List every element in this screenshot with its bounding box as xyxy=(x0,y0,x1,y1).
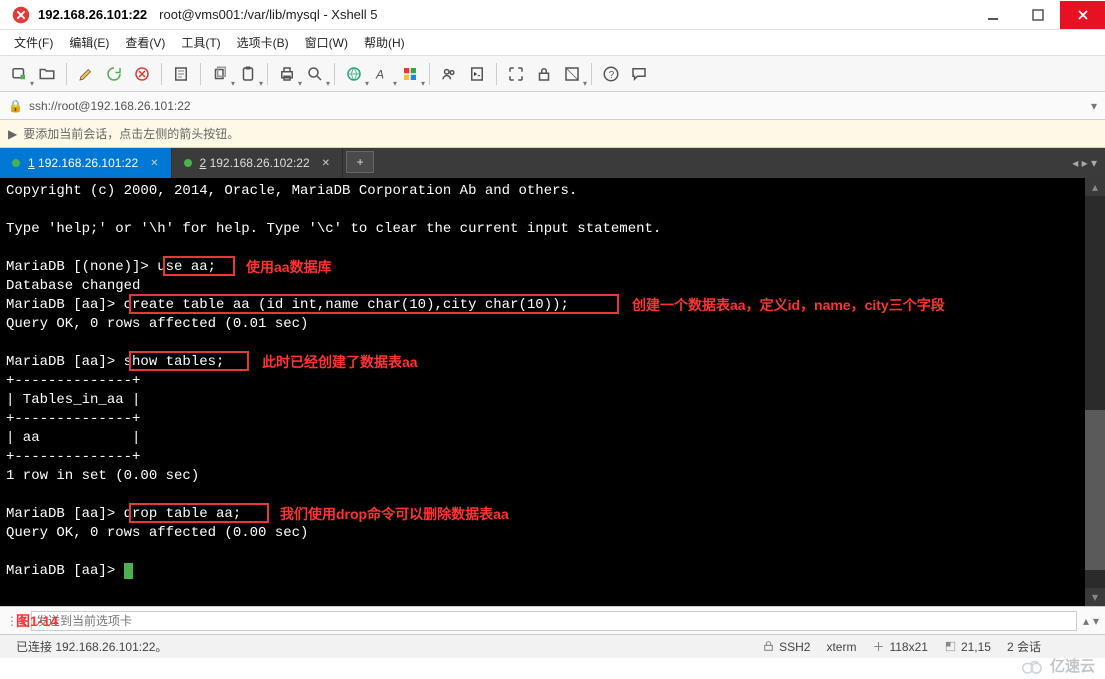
users-icon[interactable] xyxy=(436,61,462,87)
scroll-down-icon[interactable]: ▾ xyxy=(1085,588,1105,606)
status-term: xterm xyxy=(818,640,864,654)
scroll-up-icon[interactable]: ▴ xyxy=(1085,178,1105,196)
color-icon[interactable] xyxy=(397,61,423,87)
lock-icon[interactable] xyxy=(531,61,557,87)
new-session-icon[interactable] xyxy=(6,61,32,87)
transparency-icon[interactable] xyxy=(559,61,585,87)
tab-scroll-arrows[interactable]: ◂ ▸ ▾ xyxy=(1064,148,1105,178)
status-bar: 已连接 192.168.26.101:22。 SSH2 xterm 118x21… xyxy=(0,634,1105,658)
status-protocol: SSH2 xyxy=(754,640,818,654)
copy-icon[interactable] xyxy=(207,61,233,87)
paste-icon[interactable] xyxy=(235,61,261,87)
address-dropdown-icon[interactable]: ▾ xyxy=(1091,99,1097,113)
print-icon[interactable] xyxy=(274,61,300,87)
script-icon[interactable] xyxy=(464,61,490,87)
session-tabs: 1 192.168.26.101:22 ✕ 2 192.168.26.102:2… xyxy=(0,148,1105,178)
status-sessions: 2 会话 xyxy=(999,638,1049,655)
menu-bar: 文件(F) 编辑(E) 查看(V) 工具(T) 选项卡(B) 窗口(W) 帮助(… xyxy=(0,30,1105,56)
menu-tools[interactable]: 工具(T) xyxy=(175,32,226,53)
status-dot-icon xyxy=(12,159,20,167)
menu-help[interactable]: 帮助(H) xyxy=(358,32,411,53)
app-icon xyxy=(10,4,32,26)
send-scroll-up-icon[interactable]: ▴ xyxy=(1083,614,1089,628)
lock-small-icon: 🔒 xyxy=(8,99,23,113)
pencil-icon[interactable] xyxy=(73,61,99,87)
help-icon[interactable]: ? xyxy=(598,61,624,87)
send-input[interactable] xyxy=(31,611,1077,631)
terminal-scrollbar[interactable]: ▴ ▾ xyxy=(1085,178,1105,606)
tab-label: 192.168.26.102:22 xyxy=(210,156,310,170)
terminal-area: Copyright (c) 2000, 2014, Oracle, MariaD… xyxy=(0,178,1105,606)
tab-num: 2 xyxy=(200,156,207,170)
tab-close-icon[interactable]: ✕ xyxy=(150,158,158,169)
font-icon[interactable]: A xyxy=(369,61,395,87)
status-grid-icon[interactable] xyxy=(1081,640,1097,653)
title-bar: 192.168.26.101:22 root@vms001:/var/lib/m… xyxy=(0,0,1105,30)
properties-icon[interactable] xyxy=(168,61,194,87)
send-bar: ⋮≡ 图1-14 ▴ ▾ xyxy=(0,606,1105,634)
menu-tabs[interactable]: 选项卡(B) xyxy=(231,32,295,53)
scroll-thumb[interactable] xyxy=(1085,410,1105,570)
menu-view[interactable]: 查看(V) xyxy=(119,32,171,53)
status-caps-icon[interactable] xyxy=(1049,640,1065,653)
tab-session-1[interactable]: 1 192.168.26.101:22 ✕ xyxy=(0,148,172,178)
status-cursor: 21,15 xyxy=(936,640,999,654)
maximize-button[interactable] xyxy=(1015,1,1060,29)
brand-watermark: 亿速云 xyxy=(1020,655,1095,676)
tab-label: 192.168.26.101:22 xyxy=(38,156,138,170)
reconnect-icon[interactable] xyxy=(101,61,127,87)
tab-session-2[interactable]: 2 192.168.26.102:22 ✕ xyxy=(172,148,344,178)
open-icon[interactable] xyxy=(34,61,60,87)
send-scroll-down-icon[interactable]: ▾ xyxy=(1093,614,1099,628)
close-button[interactable] xyxy=(1060,1,1105,29)
globe-icon[interactable] xyxy=(341,61,367,87)
minimize-button[interactable] xyxy=(970,1,1015,29)
status-dot-icon xyxy=(184,159,192,167)
menu-file[interactable]: 文件(F) xyxy=(8,32,59,53)
title-path: root@vms001:/var/lib/mysql - Xshell 5 xyxy=(159,7,377,22)
disconnect-icon[interactable] xyxy=(129,61,155,87)
chat-icon[interactable] xyxy=(626,61,652,87)
status-plus-icon[interactable] xyxy=(1065,640,1081,653)
address-bar: 🔒 ssh://root@192.168.26.101:22 ▾ xyxy=(0,92,1105,120)
svg-text:?: ? xyxy=(609,69,615,80)
hint-arrow-icon[interactable]: ▶ xyxy=(8,127,17,141)
figure-label: 图1-14 xyxy=(16,611,58,631)
address-text[interactable]: ssh://root@192.168.26.101:22 xyxy=(29,99,191,113)
hint-bar: ▶ 要添加当前会话，点击左侧的箭头按钮。 xyxy=(0,120,1105,148)
terminal-cursor xyxy=(124,563,133,579)
hint-text: 要添加当前会话，点击左侧的箭头按钮。 xyxy=(23,125,239,142)
status-size: 118x21 xyxy=(864,640,935,654)
menu-edit[interactable]: 编辑(E) xyxy=(63,32,115,53)
title-ip: 192.168.26.101:22 xyxy=(38,7,147,22)
status-connection: 已连接 192.168.26.101:22。 xyxy=(8,638,175,655)
svg-text:A: A xyxy=(375,67,384,81)
terminal[interactable]: Copyright (c) 2000, 2014, Oracle, MariaD… xyxy=(0,178,1085,606)
menu-window[interactable]: 窗口(W) xyxy=(299,32,354,53)
tab-add-button[interactable]: + xyxy=(346,151,374,173)
tab-close-icon[interactable]: ✕ xyxy=(322,158,330,169)
toolbar: A ? xyxy=(0,56,1105,92)
tab-num: 1 xyxy=(28,156,35,170)
fullscreen-icon[interactable] xyxy=(503,61,529,87)
search-icon[interactable] xyxy=(302,61,328,87)
